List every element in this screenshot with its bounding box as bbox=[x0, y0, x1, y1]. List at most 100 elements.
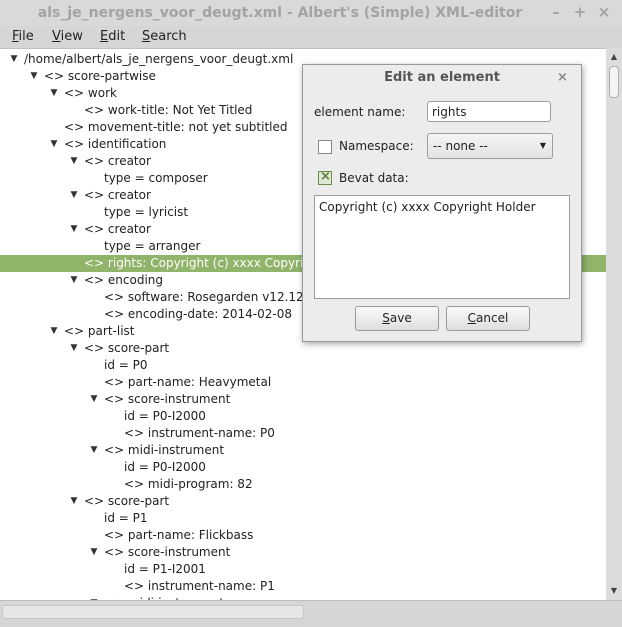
menu-view-mnemonic: V bbox=[52, 29, 61, 44]
element-name-field[interactable] bbox=[427, 101, 551, 122]
expander-arrow-icon[interactable]: ▼ bbox=[88, 544, 100, 561]
dialog-close-icon[interactable]: × bbox=[557, 70, 568, 85]
tree-row[interactable]: <> instrument-name: P1 bbox=[0, 578, 606, 595]
tree-row[interactable]: <> part-name: Flickbass bbox=[0, 527, 606, 544]
expander-arrow-icon[interactable]: ▼ bbox=[48, 136, 60, 153]
tree-node-label: <> part-name: Heavymetal bbox=[104, 375, 272, 389]
tree-row[interactable]: id = P0 bbox=[0, 357, 606, 374]
bevat-data-checkbox[interactable] bbox=[318, 169, 332, 185]
title-bar: als_je_nergens_voor_deugt.xml - Albert's… bbox=[0, 0, 622, 26]
save-mnemonic: S bbox=[382, 311, 390, 325]
tree-node-label: id = P1-I2001 bbox=[124, 562, 206, 576]
expander-arrow-icon[interactable]: ▼ bbox=[48, 85, 60, 102]
tree-node-label: <> creator bbox=[84, 222, 151, 236]
tree-row[interactable]: <> instrument-name: P0 bbox=[0, 425, 606, 442]
scroll-down-icon[interactable]: ▼ bbox=[606, 584, 622, 598]
menu-edit[interactable]: Edit bbox=[100, 29, 125, 44]
scroll-thumb[interactable] bbox=[609, 66, 619, 98]
tree-node-label: <> movement-title: not yet subtitled bbox=[64, 120, 288, 134]
element-name-label: element name: bbox=[314, 105, 406, 119]
tree-node-label: <> software: Rosegarden v12.12.10 bbox=[104, 290, 323, 304]
close-icon[interactable]: × bbox=[596, 4, 612, 20]
namespace-label: Namespace: bbox=[339, 139, 414, 153]
menu-view[interactable]: View bbox=[52, 29, 83, 44]
menu-view-label: iew bbox=[60, 29, 83, 44]
tree-node-label: id = P0-I2000 bbox=[124, 409, 206, 423]
tree-node-label: <> encoding-date: 2014-02-08 bbox=[104, 307, 293, 321]
tree-node-label: type = composer bbox=[104, 171, 208, 185]
tree-node-label: type = lyricist bbox=[104, 205, 189, 219]
namespace-select[interactable]: -- none -- ▼ bbox=[427, 133, 553, 159]
tree-node-label: <> instrument-name: P1 bbox=[124, 579, 275, 593]
menu-file[interactable]: File bbox=[12, 29, 34, 44]
tree-node-label: id = P0 bbox=[104, 358, 148, 372]
menu-search-label: earch bbox=[150, 29, 187, 44]
horizontal-scroll-thumb[interactable] bbox=[2, 605, 304, 619]
expander-arrow-icon[interactable]: ▼ bbox=[88, 442, 100, 459]
tree-node-label: <> midi-instrument bbox=[104, 443, 225, 457]
tree-node-label: type = arranger bbox=[104, 239, 201, 253]
tree-row[interactable]: <> midi-program: 82 bbox=[0, 476, 606, 493]
save-label: ave bbox=[389, 311, 412, 325]
tree-row[interactable]: id = P1-I2001 bbox=[0, 561, 606, 578]
expander-arrow-icon[interactable]: ▼ bbox=[68, 272, 80, 289]
status-bar bbox=[0, 600, 622, 627]
expander-arrow-icon[interactable]: ▼ bbox=[68, 187, 80, 204]
cancel-mnemonic: C bbox=[467, 311, 477, 325]
scroll-up-icon[interactable]: ▲ bbox=[606, 50, 622, 64]
expander-arrow-icon[interactable]: ▼ bbox=[8, 51, 20, 68]
menu-edit-mnemonic: E bbox=[100, 29, 109, 44]
menu-file-label: ile bbox=[18, 29, 34, 44]
maximize-icon[interactable]: + bbox=[572, 4, 588, 20]
tree-node-label: id = P0-I2000 bbox=[124, 460, 206, 474]
tree-row[interactable]: id = P0-I2000 bbox=[0, 459, 606, 476]
window-title: als_je_nergens_voor_deugt.xml - Albert's… bbox=[37, 5, 523, 21]
menu-search[interactable]: Search bbox=[142, 29, 187, 44]
data-textarea[interactable]: Copyright (c) xxxx Copyright Holder bbox=[314, 195, 570, 299]
edit-element-dialog: Edit an element × element name: Namespac… bbox=[302, 64, 582, 342]
tree-row[interactable]: id = P0-I2000 bbox=[0, 408, 606, 425]
tree-node-label: <> score-partwise bbox=[44, 69, 156, 83]
tree-node-label: <> creator bbox=[84, 188, 151, 202]
tree-node-label: <> creator bbox=[84, 154, 151, 168]
tree-row[interactable]: ▼ <> midi-instrument bbox=[0, 442, 606, 459]
expander-arrow-icon[interactable]: ▼ bbox=[28, 68, 40, 85]
chevron-down-icon: ▼ bbox=[539, 141, 546, 150]
tree-row[interactable]: ▼ <> score-instrument bbox=[0, 391, 606, 408]
namespace-select-value: -- none -- bbox=[433, 139, 488, 153]
cancel-label: ancel bbox=[476, 311, 509, 325]
tree-row[interactable]: id = P1 bbox=[0, 510, 606, 527]
tree-node-label: <> part-name: Flickbass bbox=[104, 528, 254, 542]
tree-node-label: <> encoding bbox=[84, 273, 164, 287]
tree-node-label: <> score-instrument bbox=[104, 392, 231, 406]
tree-row[interactable]: ▼ <> score-part bbox=[0, 340, 606, 357]
tree-row[interactable]: ▼ <> score-instrument bbox=[0, 544, 606, 561]
dialog-title: Edit an element bbox=[384, 70, 500, 85]
tree-row[interactable]: ▼ <> score-part bbox=[0, 493, 606, 510]
tree-row[interactable]: <> part-name: Heavymetal bbox=[0, 374, 606, 391]
expander-arrow-icon[interactable]: ▼ bbox=[68, 221, 80, 238]
tree-node-label: <> work bbox=[64, 86, 117, 100]
tree-node-label: /home/albert/als_je_nergens_voor_deugt.x… bbox=[24, 52, 294, 66]
expander-arrow-icon[interactable]: ▼ bbox=[68, 153, 80, 170]
bevat-data-label: Bevat data: bbox=[339, 171, 409, 185]
minimize-icon[interactable]: – bbox=[548, 4, 564, 20]
expander-arrow-icon[interactable]: ▼ bbox=[88, 391, 100, 408]
tree-node-label: <> score-part bbox=[84, 341, 170, 355]
menu-bar: File View Edit Search bbox=[0, 26, 622, 48]
expander-arrow-icon[interactable]: ▼ bbox=[68, 340, 80, 357]
tree-node-label: <> instrument-name: P0 bbox=[124, 426, 275, 440]
tree-node-label: <> midi-program: 82 bbox=[124, 477, 253, 491]
expander-arrow-icon[interactable]: ▼ bbox=[68, 493, 80, 510]
menu-edit-label: dit bbox=[108, 29, 126, 44]
expander-arrow-icon[interactable]: ▼ bbox=[48, 323, 60, 340]
save-button[interactable]: Save bbox=[355, 306, 439, 331]
namespace-checkbox[interactable] bbox=[318, 140, 332, 154]
tree-node-label: <> score-instrument bbox=[104, 545, 231, 559]
vertical-scrollbar[interactable]: ▲ ▼ bbox=[606, 48, 622, 600]
tree-node-label: <> score-part bbox=[84, 494, 170, 508]
tree-node-label: <> part-list bbox=[64, 324, 135, 338]
tree-node-label: <> work-title: Not Yet Titled bbox=[84, 103, 253, 117]
tree-node-label: id = P1 bbox=[104, 511, 148, 525]
cancel-button[interactable]: Cancel bbox=[446, 306, 530, 331]
